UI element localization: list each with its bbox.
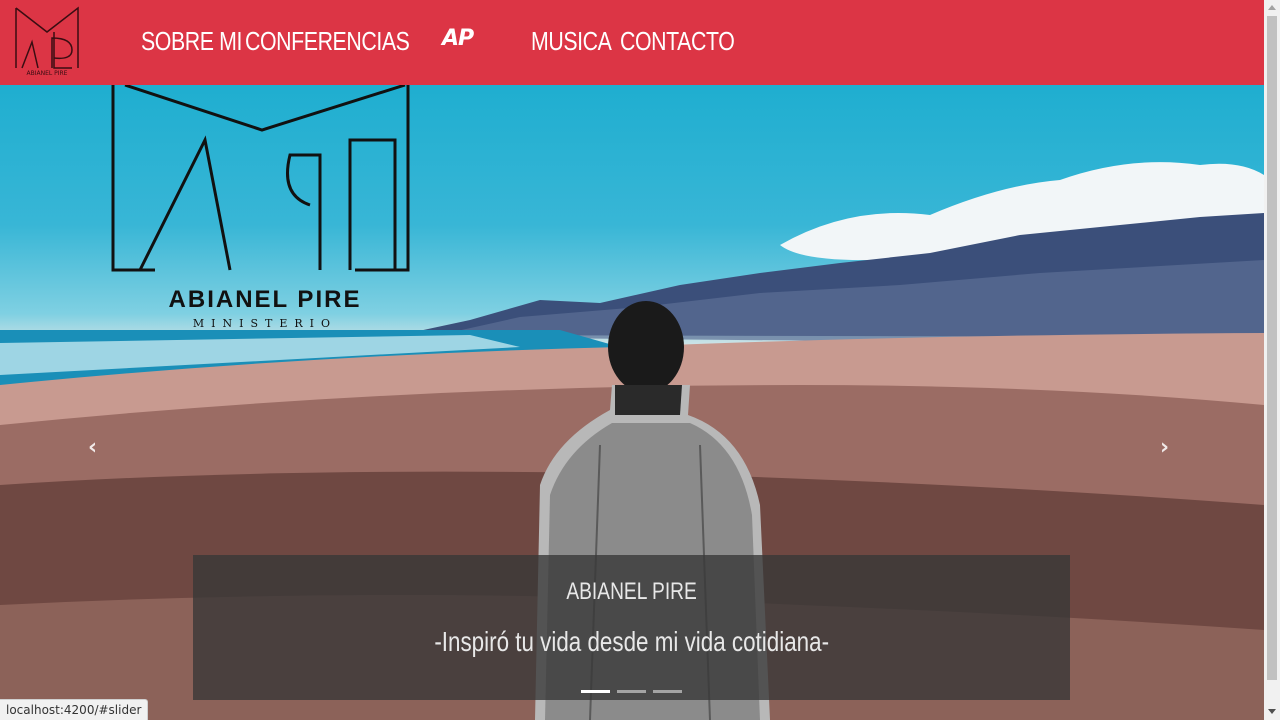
carousel-indicator-3[interactable] bbox=[653, 690, 682, 693]
nav-home-mark[interactable]: AP bbox=[442, 26, 474, 51]
carousel-indicators bbox=[581, 690, 682, 693]
nav-link-conferencias[interactable]: CONFERENCIAS bbox=[245, 26, 410, 57]
scroll-up-arrow-icon[interactable] bbox=[1268, 5, 1276, 10]
vertical-scrollbar[interactable] bbox=[1264, 0, 1280, 720]
status-url-tooltip: localhost:4200/#slider bbox=[0, 699, 149, 720]
chevron-left-icon[interactable]: ‹ bbox=[88, 435, 97, 460]
nav-link-sobre-mi[interactable]: SOBRE MI bbox=[141, 26, 242, 57]
nav-link-contacto[interactable]: CONTACTO bbox=[620, 26, 735, 57]
svg-text:ABIANEL PIRE: ABIANEL PIRE bbox=[27, 70, 68, 77]
scroll-thumb[interactable] bbox=[1267, 16, 1277, 680]
carousel-indicator-1[interactable] bbox=[581, 690, 610, 693]
carousel-indicator-2[interactable] bbox=[617, 690, 646, 693]
top-navbar: ABIANEL PIRE SOBRE MI CONFERENCIAS AP MU… bbox=[0, 0, 1264, 85]
caption-title: ABIANEL PIRE bbox=[566, 578, 698, 605]
nav-link-musica[interactable]: MUSICA bbox=[531, 26, 612, 57]
scroll-down-arrow-icon[interactable] bbox=[1268, 709, 1276, 714]
hero-logo bbox=[111, 85, 410, 272]
chevron-right-icon[interactable]: › bbox=[1160, 435, 1169, 460]
brand-logo[interactable]: ABIANEL PIRE bbox=[14, 4, 80, 80]
caption-text: -Inspiró tu vida desde mi vida cotidiana… bbox=[434, 626, 830, 657]
hero-brand-name: ABIANEL PIRE bbox=[169, 286, 362, 313]
hero-brand-sub: MINISTERIO bbox=[193, 317, 337, 330]
